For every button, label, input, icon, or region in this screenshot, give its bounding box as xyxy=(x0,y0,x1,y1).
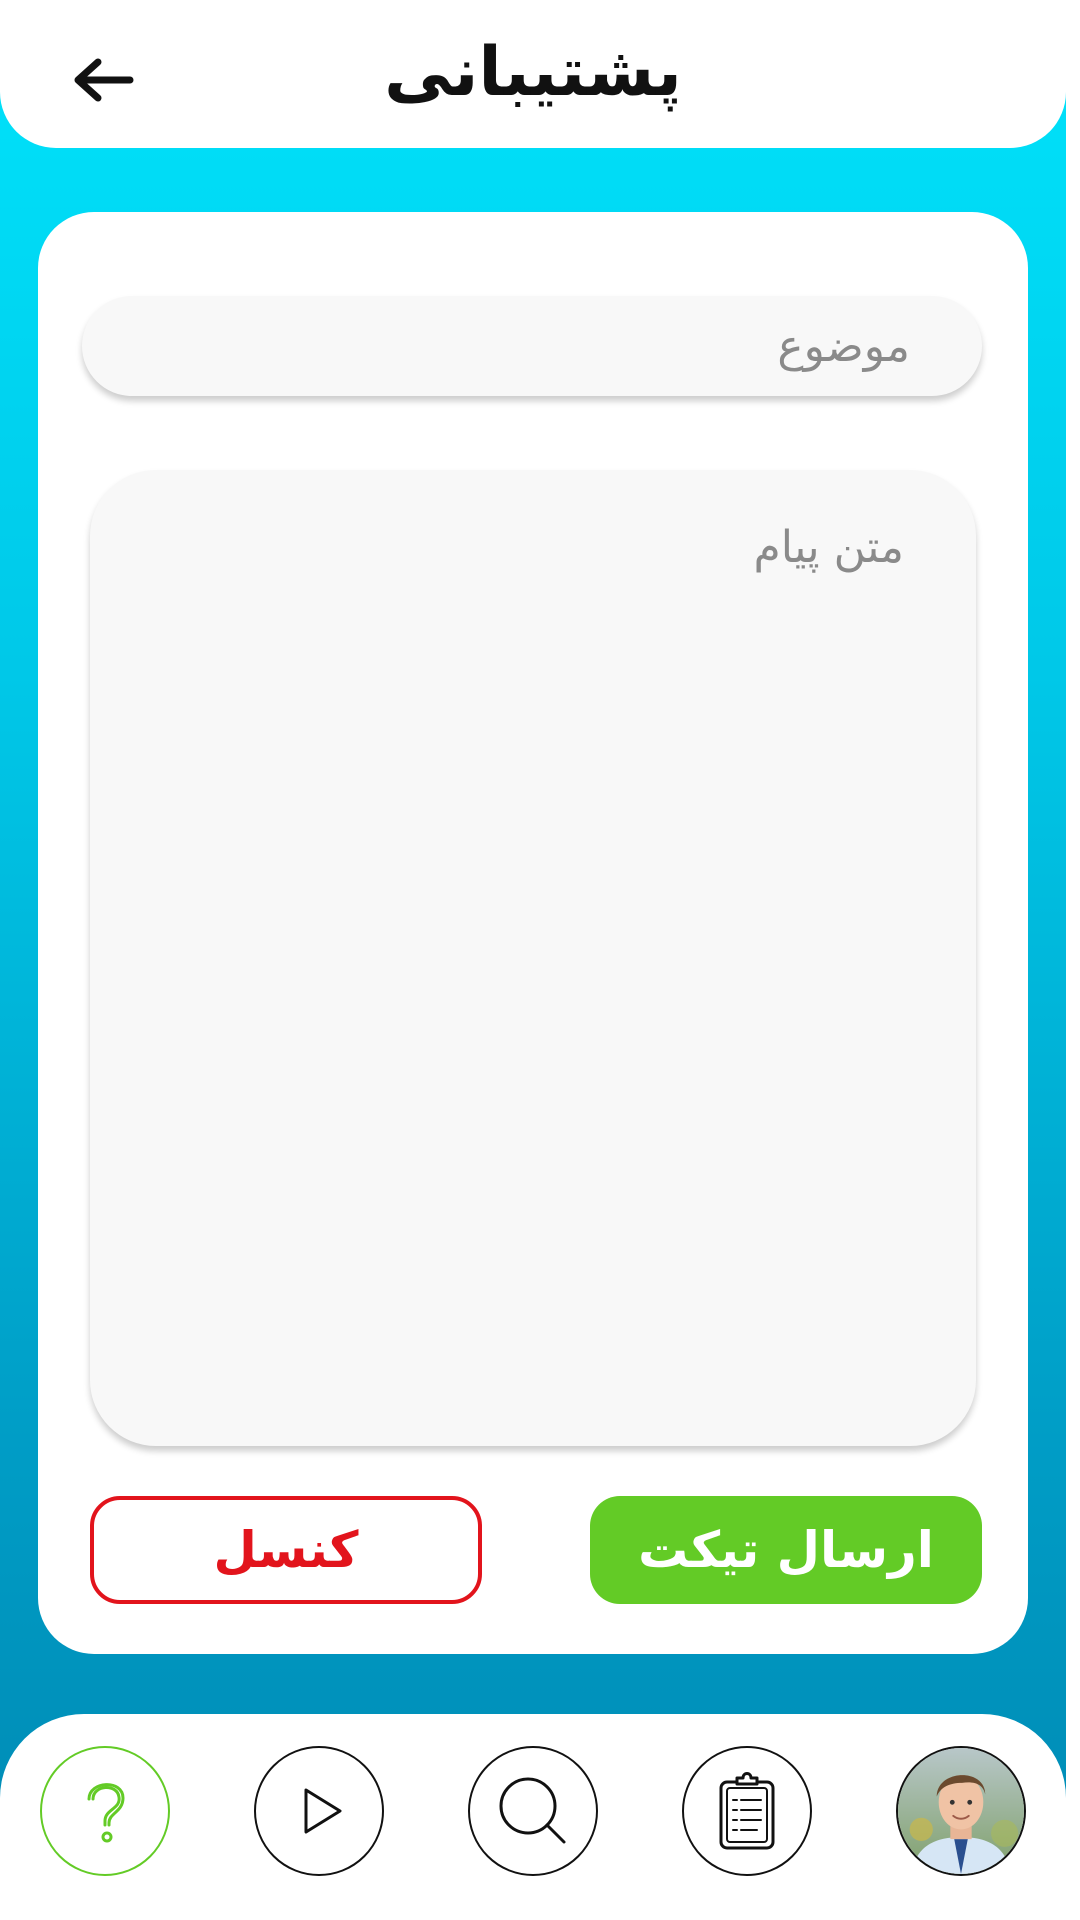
help-icon xyxy=(87,1783,125,1843)
right-edge-strip xyxy=(1066,0,1080,1920)
nav-play-button[interactable] xyxy=(254,1746,384,1876)
bottom-navigation xyxy=(0,1714,1066,1920)
profile-avatar xyxy=(898,1748,1024,1874)
submit-ticket-button[interactable]: ارسال تیکت xyxy=(590,1496,982,1604)
nav-help-button[interactable] xyxy=(40,1746,170,1876)
page-title: پشتیبانی xyxy=(384,33,682,112)
app-header: پشتیبانی xyxy=(0,0,1066,148)
clipboard-icon xyxy=(719,1772,775,1850)
cancel-button[interactable]: کنسل xyxy=(90,1496,482,1604)
nav-search-button[interactable] xyxy=(468,1746,598,1876)
cancel-button-label: کنسل xyxy=(213,1521,359,1579)
message-placeholder: متن پیام xyxy=(753,522,905,573)
message-textarea[interactable]: متن پیام xyxy=(90,470,976,1446)
subject-placeholder: موضوع xyxy=(777,320,910,372)
play-icon xyxy=(304,1788,342,1834)
submit-ticket-button-label: ارسال تیکت xyxy=(638,1521,934,1579)
search-icon xyxy=(499,1777,566,1844)
nav-clipboard-button[interactable] xyxy=(682,1746,812,1876)
ticket-form-card: موضوع متن پیام کنسل ارسال تیکت xyxy=(38,212,1028,1654)
nav-profile-avatar[interactable] xyxy=(896,1746,1026,1876)
subject-input[interactable]: موضوع xyxy=(82,296,982,396)
support-screen: پشتیبانی موضوع متن پیام کنسل ارسال تیکت xyxy=(0,0,1066,1920)
